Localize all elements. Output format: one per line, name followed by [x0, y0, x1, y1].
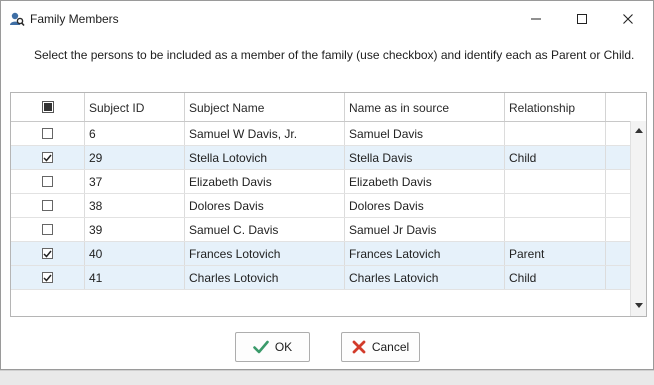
table-row[interactable]: 41 Charles Lotovich Charles Latovich Child	[11, 266, 630, 290]
scroll-down-button[interactable]	[631, 298, 646, 314]
column-header-subject-id[interactable]: Subject ID	[85, 93, 185, 121]
cell-include[interactable]	[11, 242, 85, 265]
scroll-up-button[interactable]	[631, 122, 646, 138]
table-row[interactable]: 39 Samuel C. Davis Samuel Jr Davis	[11, 218, 630, 242]
include-checkbox[interactable]	[42, 152, 53, 163]
include-checkbox[interactable]	[42, 272, 53, 283]
x-icon	[352, 340, 366, 354]
cell-filler	[606, 266, 630, 289]
minimize-button[interactable]	[513, 1, 559, 37]
cell-subject-id: 39	[85, 218, 185, 241]
cell-subject-id: 29	[85, 146, 185, 169]
cell-relationship[interactable]	[505, 122, 606, 145]
cell-filler	[606, 122, 630, 145]
cell-name-as-in-source: Elizabeth Davis	[345, 170, 505, 193]
title-bar: Family Members	[1, 1, 653, 37]
cell-include[interactable]	[11, 218, 85, 241]
cell-subject-name: Dolores Davis	[185, 194, 345, 217]
cell-subject-name: Elizabeth Davis	[185, 170, 345, 193]
cell-include[interactable]	[11, 122, 85, 145]
family-members-grid: Subject ID Subject Name Name as in sourc…	[10, 92, 647, 317]
column-header-subject-name[interactable]: Subject Name	[185, 93, 345, 121]
include-checkbox[interactable]	[42, 224, 53, 235]
column-header-relationship[interactable]: Relationship	[505, 93, 606, 121]
family-members-dialog: Family Members Select the persons to be …	[0, 0, 654, 370]
minimize-icon	[531, 18, 541, 20]
ok-button[interactable]: OK	[235, 332, 310, 362]
cell-subject-id: 41	[85, 266, 185, 289]
cell-subject-id: 40	[85, 242, 185, 265]
check-icon	[253, 340, 269, 354]
cell-subject-name: Stella Lotovich	[185, 146, 345, 169]
include-checkbox[interactable]	[42, 248, 53, 259]
include-checkbox[interactable]	[42, 176, 53, 187]
cell-filler	[606, 194, 630, 217]
cell-include[interactable]	[11, 266, 85, 289]
cell-name-as-in-source: Stella Davis	[345, 146, 505, 169]
close-icon	[623, 14, 633, 24]
window-title: Family Members	[30, 12, 119, 26]
cell-subject-id: 6	[85, 122, 185, 145]
cell-relationship[interactable]: Child	[505, 146, 606, 169]
cell-subject-name: Charles Lotovich	[185, 266, 345, 289]
cell-relationship[interactable]: Child	[505, 266, 606, 289]
scroll-down-icon	[634, 303, 643, 308]
column-header-filler	[606, 93, 646, 121]
cell-subject-id: 38	[85, 194, 185, 217]
table-row[interactable]: 40 Frances Lotovich Frances Latovich Parent	[11, 242, 630, 266]
cell-subject-name: Samuel W Davis, Jr.	[185, 122, 345, 145]
table-row[interactable]: 37 Elizabeth Davis Elizabeth Davis	[11, 170, 630, 194]
select-all-checkbox[interactable]	[41, 101, 54, 113]
person-search-icon	[9, 11, 25, 27]
cell-name-as-in-source: Samuel Jr Davis	[345, 218, 505, 241]
cancel-button[interactable]: Cancel	[341, 332, 420, 362]
vertical-scrollbar[interactable]	[630, 121, 646, 316]
select-all-header[interactable]	[11, 93, 85, 121]
cell-name-as-in-source: Charles Latovich	[345, 266, 505, 289]
cell-include[interactable]	[11, 170, 85, 193]
cell-name-as-in-source: Dolores Davis	[345, 194, 505, 217]
cell-relationship[interactable]	[505, 170, 606, 193]
cell-name-as-in-source: Samuel Davis	[345, 122, 505, 145]
maximize-icon	[577, 14, 587, 24]
cell-filler	[606, 218, 630, 241]
cancel-label: Cancel	[371, 340, 410, 354]
table-row[interactable]: 38 Dolores Davis Dolores Davis	[11, 194, 630, 218]
cell-filler	[606, 146, 630, 169]
cell-subject-name: Frances Lotovich	[185, 242, 345, 265]
cell-filler	[606, 170, 630, 193]
instruction-text: Select the persons to be included as a m…	[34, 48, 635, 62]
cell-include[interactable]	[11, 146, 85, 169]
cell-filler	[606, 242, 630, 265]
cell-relationship[interactable]	[505, 218, 606, 241]
scroll-up-icon	[634, 128, 643, 133]
include-checkbox[interactable]	[42, 128, 53, 139]
cell-include[interactable]	[11, 194, 85, 217]
cell-name-as-in-source: Frances Latovich	[345, 242, 505, 265]
cell-subject-id: 37	[85, 170, 185, 193]
table-row[interactable]: 6 Samuel W Davis, Jr. Samuel Davis	[11, 122, 630, 146]
background-window-strip	[0, 370, 654, 385]
cell-relationship[interactable]: Parent	[505, 242, 606, 265]
cell-relationship[interactable]	[505, 194, 606, 217]
maximize-button[interactable]	[559, 1, 605, 37]
grid-header: Subject ID Subject Name Name as in sourc…	[11, 93, 646, 122]
cell-subject-name: Samuel C. Davis	[185, 218, 345, 241]
include-checkbox[interactable]	[42, 200, 53, 211]
close-button[interactable]	[605, 1, 651, 37]
table-row[interactable]: 29 Stella Lotovich Stella Davis Child	[11, 146, 630, 170]
column-header-name-as-in-source[interactable]: Name as in source	[345, 93, 505, 121]
ok-label: OK	[274, 340, 293, 354]
